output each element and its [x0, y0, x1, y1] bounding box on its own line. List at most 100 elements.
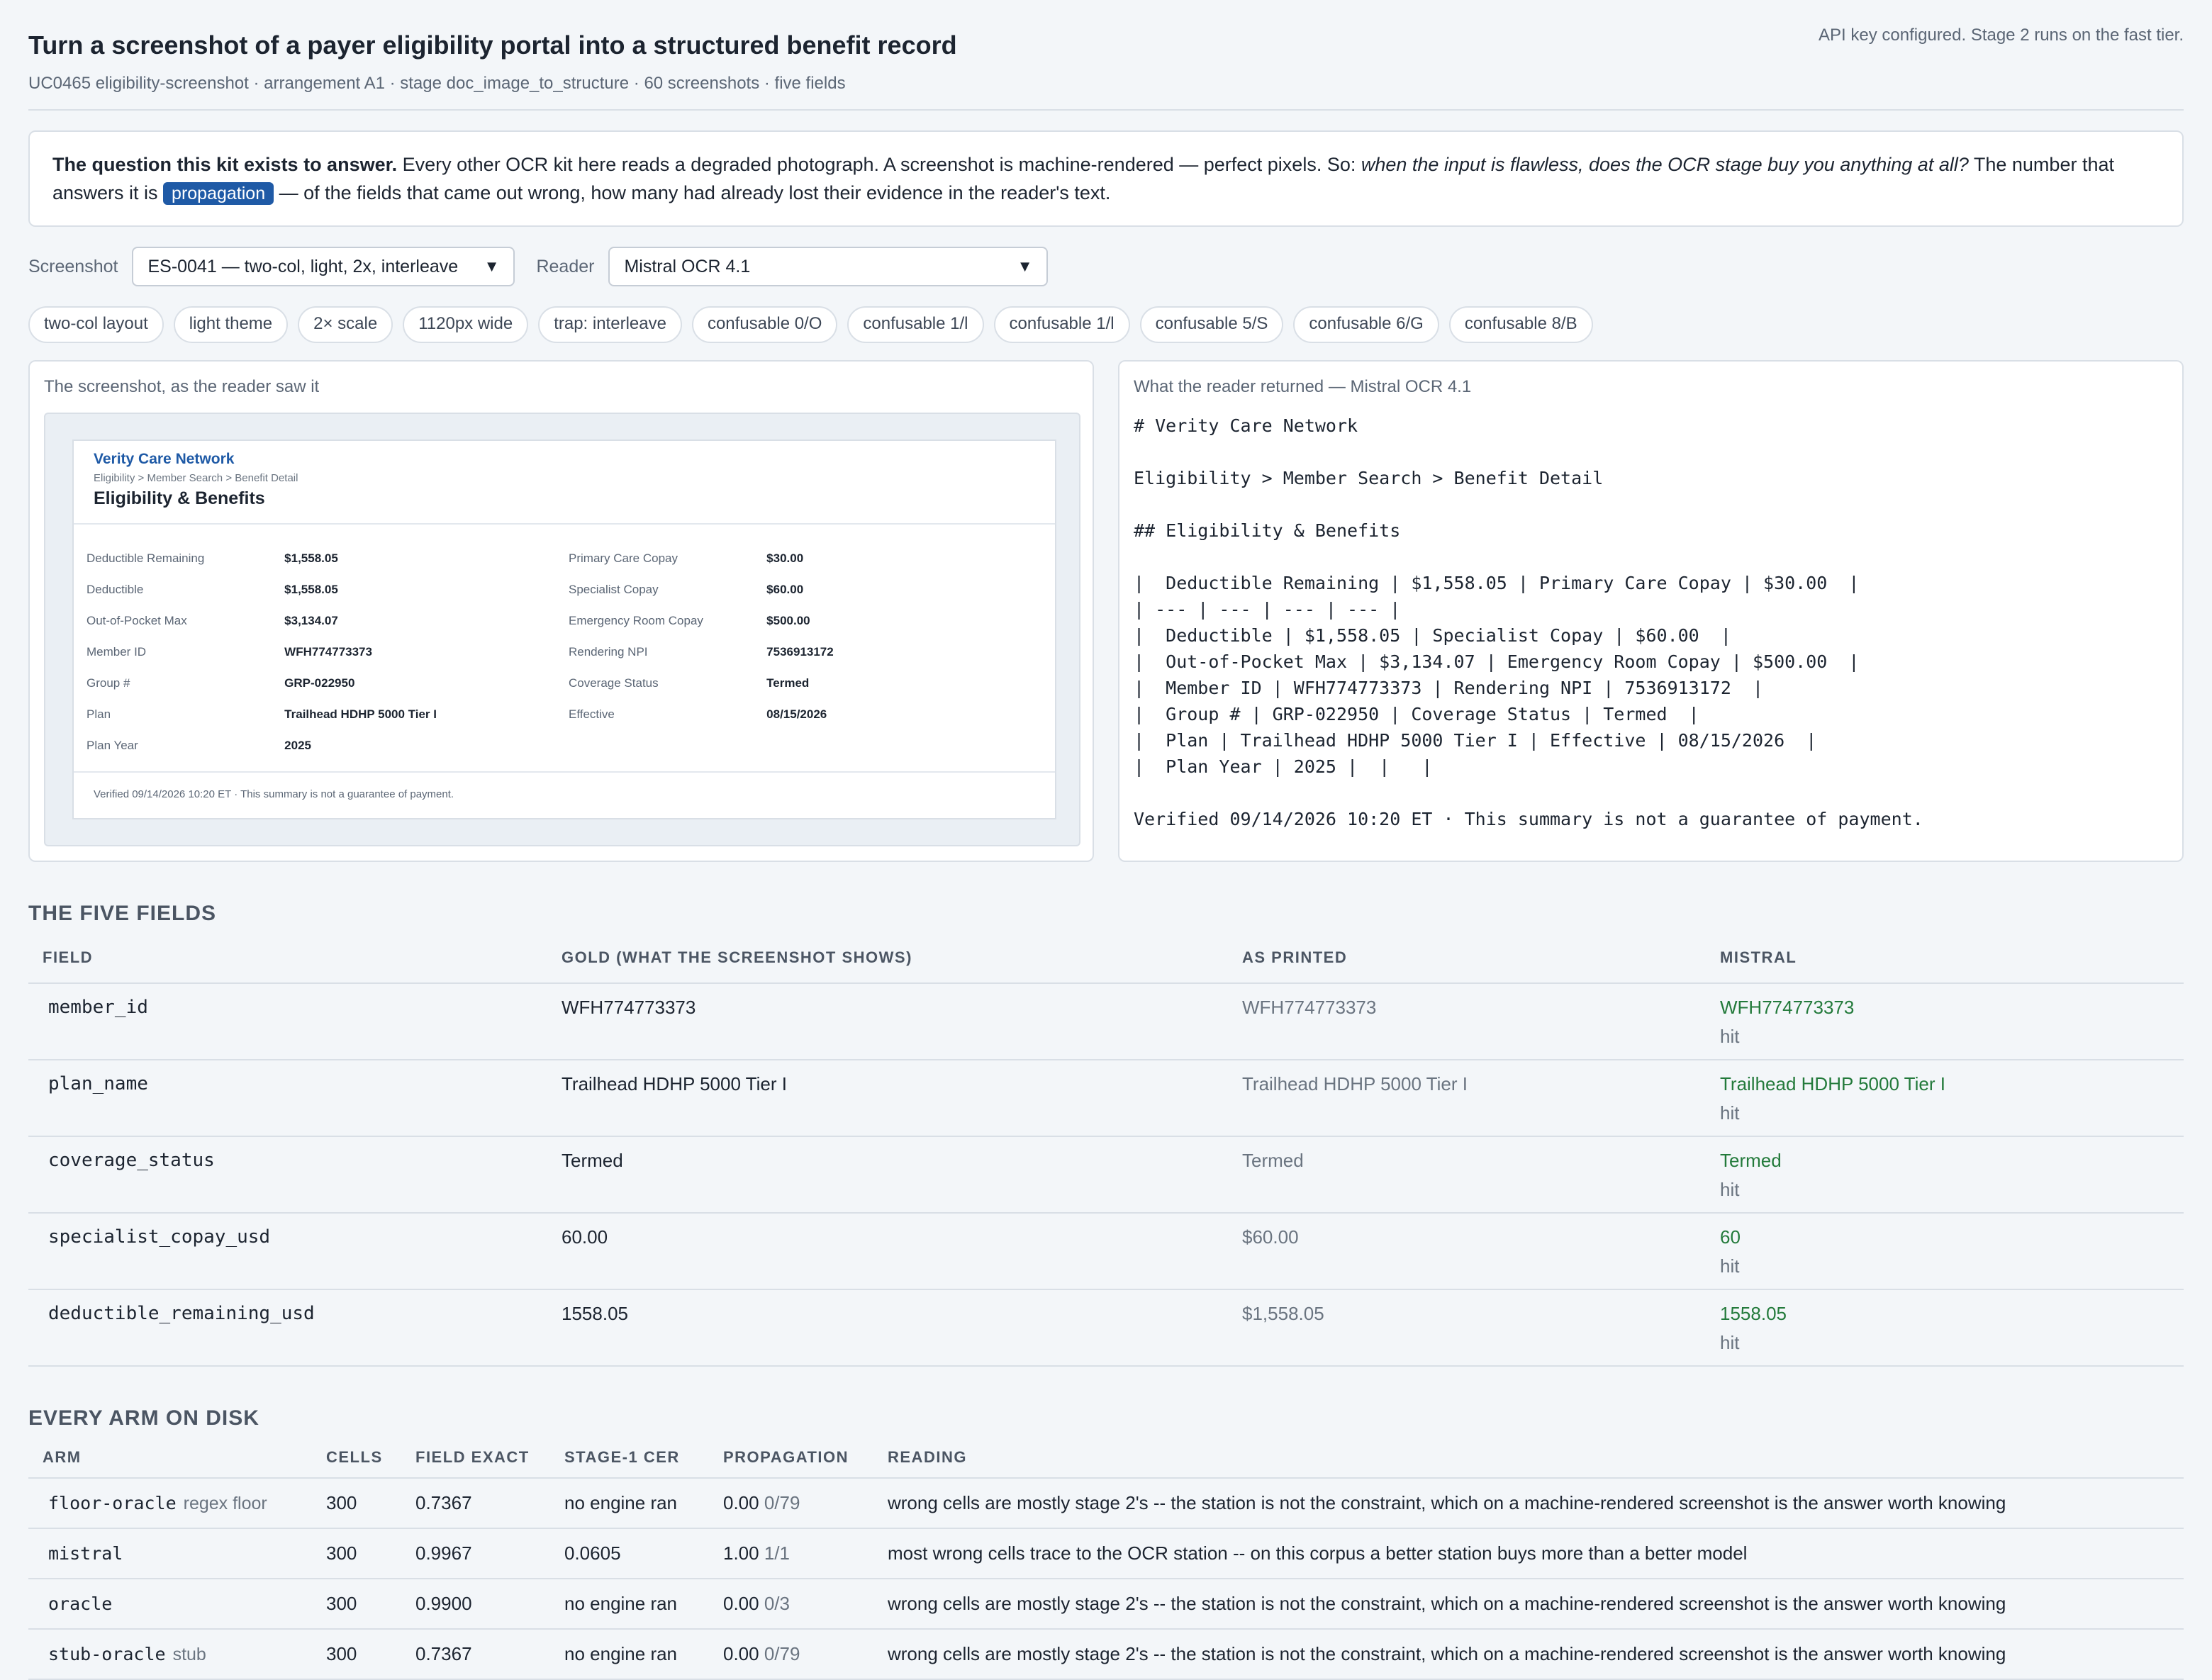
reading-text: wrong cells are mostly stage 2's -- the …: [873, 1579, 2184, 1630]
column-header: STAGE-1 CER: [550, 1438, 709, 1479]
portal-header: Verity Care Network Eligibility > Member…: [74, 441, 1055, 525]
reader-line: [1134, 544, 2168, 570]
propagation-fraction: 0/79: [764, 1492, 800, 1513]
portal-value: Trailhead HDHP 5000 Tier I: [284, 707, 437, 721]
portal-label: Effective: [569, 707, 615, 721]
printed-value: $1,558.05: [1228, 1289, 1706, 1367]
reader-line: [1134, 439, 2168, 465]
reader-line: Verified 09/14/2026 10:20 ET · This summ…: [1134, 809, 1923, 829]
reader-result: Trailhead HDHP 5000 Tier I hit: [1706, 1060, 2184, 1137]
propagation-value: 0.00: [723, 1593, 759, 1614]
portal-row: Deductible $1,558.05 Specialist Copay $6…: [86, 574, 1051, 605]
table-row: specialist_copay_usd 60.00 $60.00 60 hit: [28, 1213, 2184, 1290]
reader-select-value: Mistral OCR 4.1: [624, 256, 751, 276]
arm-cell: mistral: [28, 1528, 312, 1579]
reader-line: [1134, 780, 2168, 806]
column-header: READING: [873, 1438, 2184, 1479]
result-status: hit: [1720, 1332, 1740, 1353]
propagation-value: 1.00: [723, 1542, 759, 1564]
propagation-fraction: 0/79: [764, 1643, 800, 1664]
gold-value: 1558.05: [547, 1289, 1228, 1367]
column-header: FIELD EXACT: [401, 1438, 550, 1479]
question-text-1: Every other OCR kit here reads a degrade…: [397, 154, 1361, 175]
chip: light theme: [173, 306, 289, 343]
reader-line: [1134, 491, 2168, 517]
gold-value: 60.00: [547, 1213, 1228, 1290]
portal-label: Out-of-Pocket Max: [86, 614, 187, 627]
reader-line: Eligibility > Member Search > Benefit De…: [1134, 468, 1604, 488]
portal-label: Group #: [86, 676, 130, 690]
screenshot-label: Screenshot: [28, 256, 118, 276]
stage1-cer: no engine ran: [550, 1579, 709, 1630]
gold-value: Trailhead HDHP 5000 Tier I: [547, 1060, 1228, 1137]
stage1-cer: no engine ran: [550, 1478, 709, 1529]
table-row: floor-oracle regex floor 300 0.7367 no en…: [28, 1478, 2184, 1529]
stage1-cer: 0.0605: [550, 1528, 709, 1579]
arm-name: oracle: [48, 1594, 113, 1614]
portal-label: Deductible Remaining: [86, 551, 205, 565]
screenshot-select-value: ES-0041 — two-col, light, 2x, interleave: [147, 256, 459, 276]
portal-row: Group # GRP-022950 Coverage Status Terme…: [86, 668, 1051, 699]
column-header: FIELD: [28, 933, 547, 984]
reader-output-title: What the reader returned — Mistral OCR 4…: [1134, 377, 1472, 396]
portal-value: GRP-022950: [284, 676, 355, 690]
reader-line: ## Eligibility & Benefits: [1134, 520, 1401, 541]
question-box: The question this kit exists to answer. …: [28, 130, 2184, 227]
portal-value: WFH774773373: [284, 645, 372, 659]
arm-cell: stub-oracle stub: [28, 1629, 312, 1680]
portal-label: Rendering NPI: [569, 645, 648, 659]
portal-label: Coverage Status: [569, 676, 659, 690]
reader-line: | Deductible | $1,558.05 | Specialist Co…: [1134, 625, 1731, 646]
reader-output-text: # Verity Care Network Eligibility > Memb…: [1134, 413, 2168, 832]
extracted-value: Termed: [1720, 1150, 1782, 1171]
portal-value: 7536913172: [766, 645, 834, 659]
field-name: deductible_remaining_usd: [28, 1289, 547, 1367]
portal-row: Plan Trailhead HDHP 5000 Tier I Effectiv…: [86, 699, 1051, 730]
screenshot-select[interactable]: ES-0041 — two-col, light, 2x, interleave…: [132, 247, 515, 286]
reader-select[interactable]: Mistral OCR 4.1 ▼: [608, 247, 1049, 286]
extracted-value: WFH774773373: [1720, 997, 1855, 1018]
api-status: API key configured. Stage 2 runs on the …: [1819, 26, 2184, 45]
portal-label: Plan Year: [86, 739, 138, 752]
extracted-value: 1558.05: [1720, 1303, 1787, 1324]
page-header: Turn a screenshot of a payer eligibility…: [28, 0, 2184, 111]
arm-tag: regex floor: [183, 1494, 267, 1513]
field-name: coverage_status: [28, 1136, 547, 1214]
fields-table: FIELD GOLD (WHAT THE SCREENSHOT SHOWS) A…: [28, 933, 2184, 1367]
propagation-value: 0.00: [723, 1492, 759, 1513]
arm-name: stub-oracle: [48, 1644, 166, 1664]
reader-result: 1558.05 hit: [1706, 1289, 2184, 1367]
portal-row: Member ID WFH774773373 Rendering NPI 753…: [86, 637, 1051, 668]
reader-output-panel: What the reader returned — Mistral OCR 4…: [1118, 360, 2184, 862]
arms-table: ARM CELLS FIELD EXACT STAGE-1 CER PROPAG…: [28, 1438, 2184, 1680]
chip: 1120px wide: [403, 306, 529, 343]
column-header: GOLD (WHAT THE SCREENSHOT SHOWS): [547, 933, 1228, 984]
portal-label: Emergency Room Copay: [569, 614, 703, 627]
propagation-cell: 0.00 0/79: [709, 1478, 873, 1529]
arm-name: mistral: [48, 1543, 123, 1564]
portal-row: Deductible Remaining $1,558.05 Primary C…: [86, 543, 1051, 574]
question-text-3: — of the fields that came out wrong, how…: [274, 182, 1111, 203]
reader-line: | Out-of-Pocket Max | $3,134.07 | Emerge…: [1134, 651, 1860, 672]
portal-row: Out-of-Pocket Max $3,134.07 Emergency Ro…: [86, 605, 1051, 637]
chip: trap: interleave: [538, 306, 682, 343]
panels: The screenshot, as the reader saw it Ver…: [28, 360, 2184, 862]
column-header: ARM: [28, 1438, 312, 1479]
column-header: PROPAGATION: [709, 1438, 873, 1479]
portal-brand: Verity Care Network: [94, 451, 235, 467]
portal-row: Plan Year 2025: [86, 730, 1051, 761]
field-exact: 0.7367: [401, 1478, 550, 1529]
portal-label: Specialist Copay: [569, 583, 659, 596]
table-row: mistral 300 0.9967 0.0605 1.00 1/1 most …: [28, 1528, 2184, 1579]
arm-name: floor-oracle: [48, 1493, 177, 1513]
reader-line: | --- | --- | --- | --- |: [1134, 599, 1401, 620]
question-italic: when the input is flawless, does the OCR…: [1361, 154, 1969, 175]
stage1-cer: no engine ran: [550, 1629, 709, 1680]
portal-value: $30.00: [766, 551, 804, 565]
printed-value: $60.00: [1228, 1213, 1706, 1290]
reader-line: | Group # | GRP-022950 | Coverage Status…: [1134, 704, 1699, 724]
column-header: AS PRINTED: [1228, 933, 1706, 984]
portal-value: $1,558.05: [284, 551, 338, 565]
cells-count: 300: [312, 1579, 401, 1630]
printed-value: WFH774773373: [1228, 983, 1706, 1060]
